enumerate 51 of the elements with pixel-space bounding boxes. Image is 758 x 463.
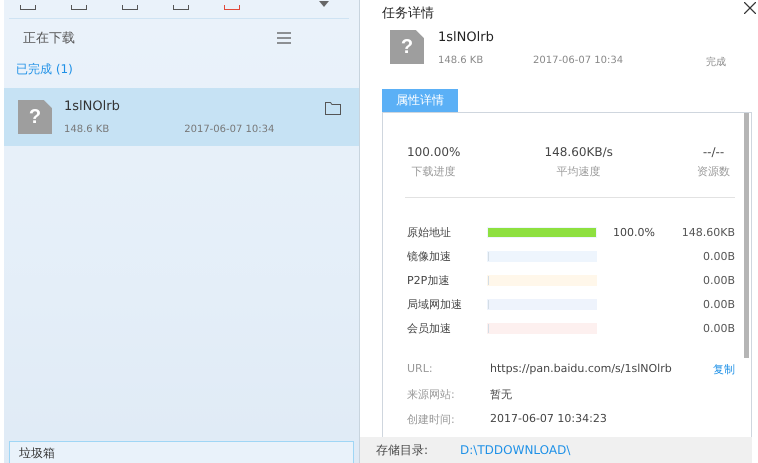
amount-text: 148.60KB	[680, 226, 735, 238]
menu-icon[interactable]	[277, 32, 291, 44]
source-label: 局域网加速	[407, 296, 463, 312]
toolbar-icon[interactable]	[173, 5, 189, 10]
file-time: 2017-06-07 10:34	[184, 124, 274, 135]
unknown-file-icon: ?	[390, 30, 424, 64]
toolbar-icon[interactable]	[71, 5, 87, 10]
source-label: P2P加速	[407, 272, 450, 288]
stat-value: 100.00%	[407, 145, 460, 159]
close-icon[interactable]	[744, 2, 756, 14]
percent-text: 100.0%	[613, 226, 655, 238]
source-label: 镜像加速	[407, 248, 452, 264]
stat-value: --/--	[702, 145, 724, 159]
download-item[interactable]: ? 1slNOlrb 148.6 KB 2017-06-07 10:34	[4, 88, 359, 146]
completed-label[interactable]: 已完成 (1)	[4, 49, 359, 88]
info-label: URL:	[407, 362, 434, 377]
toolbar-icon[interactable]	[122, 5, 138, 10]
file-name: 1slNOlrb	[64, 99, 121, 114]
tab[interactable]: 属性详情	[382, 89, 458, 112]
dropdown-icon[interactable]	[319, 1, 329, 7]
toolbar-icon[interactable]	[224, 5, 240, 10]
unknown-file-icon: ?	[18, 100, 52, 134]
info-value: 2017-06-07 10:34:23	[490, 412, 608, 427]
stat-label: 平均速度	[556, 164, 601, 179]
amount-text: 0.00B	[702, 298, 735, 310]
info-value: 暂无	[490, 387, 513, 402]
source-label: 原始地址	[407, 224, 452, 240]
amount-text: 0.00B	[702, 274, 735, 286]
file-size: 148.6 KB	[64, 124, 110, 135]
file-name: 1slNOlrb	[438, 30, 495, 45]
folder-path-link[interactable]: D:\TDDOWNLOAD\	[460, 443, 570, 457]
trash-bar[interactable]: 垃圾箱	[9, 441, 354, 463]
footer-label: 存储目录:	[376, 442, 430, 458]
status-text: 完成	[706, 56, 726, 69]
amount-text: 0.00B	[702, 250, 735, 262]
stat-label: 资源数	[697, 164, 730, 179]
panel-title: 任务详情	[382, 5, 434, 22]
info-label: 创建时间:	[407, 412, 456, 427]
folder-icon[interactable]	[325, 102, 341, 115]
downloading-label[interactable]: 正在下载	[23, 29, 75, 47]
source-label: 会员加速	[407, 320, 452, 336]
toolbar-icon[interactable]	[20, 5, 36, 10]
stat-value: 148.60KB/s	[544, 145, 613, 159]
file-time: 2017-06-07 10:34	[533, 55, 624, 68]
scrollbar-thumb[interactable]	[744, 113, 749, 358]
amount-text: 0.00B	[702, 322, 735, 334]
stat-label: 下载进度	[412, 164, 456, 179]
file-size: 148.6 KB	[438, 55, 484, 68]
copy-link[interactable]: 复制	[713, 362, 735, 377]
info-value: https://pan.baidu.com/s/1slNOlrb	[490, 362, 673, 377]
info-label: 来源网站:	[407, 387, 456, 402]
